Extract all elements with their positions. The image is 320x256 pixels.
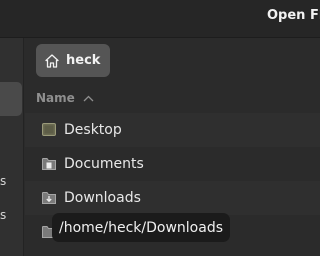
- desktop-folder-icon: [42, 123, 56, 136]
- name-column-header[interactable]: Name: [36, 91, 94, 105]
- home-icon: [45, 53, 59, 68]
- documents-folder-icon: [42, 158, 56, 170]
- path-bar-label: heck: [66, 53, 101, 68]
- file-name: Downloads: [64, 190, 141, 206]
- file-name: Desktop: [64, 122, 122, 138]
- file-row-desktop[interactable]: Desktop: [25, 113, 320, 147]
- places-sidebar: s s: [0, 38, 24, 256]
- file-name: Documents: [64, 156, 144, 172]
- sidebar-item-fragment[interactable]: s: [0, 174, 6, 188]
- sort-ascending-icon: [83, 95, 94, 101]
- path-tooltip: /home/heck/Downloads: [52, 213, 230, 242]
- sidebar-item-selected[interactable]: [0, 82, 22, 116]
- header-bar: Open Fi: [0, 0, 320, 38]
- downloads-folder-icon: [42, 192, 56, 204]
- file-row-documents[interactable]: Documents: [25, 147, 320, 181]
- file-row-downloads[interactable]: Downloads: [25, 181, 320, 215]
- file-chooser-window: Open Fi s s heck Name Desktop Documents: [0, 0, 320, 256]
- path-bar-home-button[interactable]: heck: [36, 44, 110, 77]
- sidebar-item-fragment[interactable]: s: [0, 208, 6, 222]
- window-title: Open Fi: [267, 8, 320, 23]
- tooltip-text: /home/heck/Downloads: [58, 219, 223, 236]
- column-header-label: Name: [36, 91, 75, 105]
